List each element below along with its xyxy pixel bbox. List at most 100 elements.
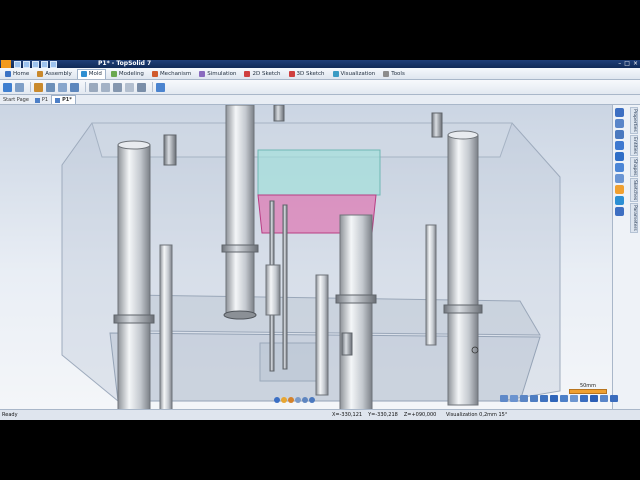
redo-icon[interactable] <box>50 61 57 68</box>
tab-mold[interactable]: Mold <box>76 68 106 79</box>
socket-screw-6 <box>273 105 285 122</box>
side-tab-entities[interactable]: Entities <box>630 134 638 156</box>
tab-label: Modeling <box>118 70 144 77</box>
ejector-pin-2 <box>282 204 288 370</box>
toolbar-separator <box>30 82 31 92</box>
guide-pillar-left <box>117 144 151 409</box>
section-icon[interactable] <box>615 185 624 194</box>
sketch-3d-icon <box>288 70 295 77</box>
side-tab-properties[interactable]: Properties <box>630 107 638 134</box>
globe-icon[interactable] <box>615 196 624 205</box>
viewport-bottom-toolbar <box>274 397 315 403</box>
new-icon[interactable] <box>14 61 21 68</box>
tab-tools[interactable]: Tools <box>380 69 408 78</box>
view-right-icon[interactable] <box>530 395 538 402</box>
zoom-window-icon[interactable] <box>615 163 624 172</box>
guide-icon[interactable] <box>156 82 165 92</box>
zoom-icon[interactable] <box>615 152 624 161</box>
screw-icon[interactable] <box>125 82 134 92</box>
tab-label: Mechanism <box>159 70 192 77</box>
material-icon[interactable] <box>288 397 294 403</box>
visualization-icon <box>332 70 339 77</box>
side-tab-shapes[interactable]: Shapes <box>630 156 638 178</box>
window-title: P1* - TopSolid 7 <box>98 60 152 67</box>
view-fit-icon[interactable] <box>590 395 598 402</box>
tab-label: 3D Sketch <box>296 70 325 77</box>
display-icon[interactable] <box>302 397 308 403</box>
tab-assembly[interactable]: Assembly <box>34 69 75 78</box>
socket-screw-7 <box>341 332 353 356</box>
mold-icon <box>80 71 87 77</box>
view-top-icon[interactable] <box>540 395 548 402</box>
maximize-button[interactable]: □ <box>624 60 630 68</box>
rotate-icon[interactable] <box>615 130 624 139</box>
save-icon[interactable] <box>32 61 39 68</box>
minimize-button[interactable]: – <box>618 60 621 68</box>
doc-tab-start-page[interactable]: Start Page <box>0 96 32 104</box>
color-icon[interactable] <box>281 397 287 403</box>
tab-mechanism[interactable]: Mechanism <box>149 69 194 78</box>
part-icon[interactable] <box>15 82 24 92</box>
pan-icon[interactable] <box>615 141 624 150</box>
tab-simulation[interactable]: Simulation <box>196 69 239 78</box>
tab-2d-sketch[interactable]: 2D Sketch <box>241 69 283 78</box>
doc-tab-p1-modified[interactable]: P1* <box>51 95 76 104</box>
tab-modeling[interactable]: Modeling <box>108 69 147 78</box>
socket-screw-3 <box>425 224 437 346</box>
guide-pillar-center-right-ring <box>335 294 377 304</box>
3d-viewport[interactable] <box>0 105 612 409</box>
close-button[interactable]: × <box>633 60 638 68</box>
open-icon[interactable] <box>23 61 30 68</box>
doc-tab-label: P1 <box>41 97 49 103</box>
scale-indicator: 50mm <box>569 383 607 394</box>
view-bottom-icon[interactable] <box>550 395 558 402</box>
cursor-mode-icon[interactable] <box>615 119 624 128</box>
document-tabs: Start Page P1 P1* <box>0 95 640 105</box>
insert-icon[interactable] <box>70 82 79 92</box>
mold-box-icon[interactable] <box>3 82 12 92</box>
mechanism-icon <box>151 70 158 77</box>
select-icon[interactable] <box>615 108 624 117</box>
app-logo-icon[interactable] <box>1 60 11 68</box>
view-back-icon[interactable] <box>510 395 518 402</box>
doc-tab-p1[interactable]: P1 <box>32 96 51 104</box>
view-cube-icon[interactable] <box>600 395 608 402</box>
filter-icon[interactable] <box>309 397 315 403</box>
zoom-fit-icon[interactable] <box>615 174 624 183</box>
cavity-icon[interactable] <box>34 82 43 92</box>
view-toolbar <box>615 108 624 216</box>
shading-icon[interactable] <box>274 397 280 403</box>
plate-icon[interactable] <box>137 82 146 92</box>
tab-label: Home <box>13 70 30 77</box>
mold-assembly-render[interactable] <box>0 105 612 409</box>
status-bar: Ready X=-330,121 Y=-330,218 Z=+090,000 V… <box>0 409 640 420</box>
guide-pillar-left-ring <box>113 314 155 324</box>
core-icon[interactable] <box>46 82 55 92</box>
side-tab-sketches[interactable]: Sketches <box>630 178 638 203</box>
light-icon[interactable] <box>295 397 301 403</box>
coord-z: Z=+090,000 <box>403 412 437 418</box>
simulation-icon <box>199 70 206 77</box>
tab-visualization[interactable]: Visualization <box>330 69 379 78</box>
side-tab-parameters[interactable]: Parameters <box>630 203 638 234</box>
split-icon[interactable] <box>58 82 67 92</box>
tab-home[interactable]: Home <box>2 69 32 78</box>
modeling-icon <box>110 70 117 77</box>
view-iso-icon[interactable] <box>560 395 568 402</box>
view-normal-icon[interactable] <box>580 395 588 402</box>
cooling-icon[interactable] <box>113 82 122 92</box>
visualization-precision: Visualization 0,2mm 15° <box>446 412 508 418</box>
view-front-icon[interactable] <box>500 395 508 402</box>
view-left-icon[interactable] <box>520 395 528 402</box>
tab-3d-sketch[interactable]: 3D Sketch <box>286 69 328 78</box>
mold-toolbar <box>0 80 640 95</box>
view-iso2-icon[interactable] <box>570 395 578 402</box>
doc-tab-label: P1* <box>62 97 72 103</box>
toolbar-separator <box>152 82 153 92</box>
ejector-icon[interactable] <box>101 82 110 92</box>
layers-icon[interactable] <box>615 207 624 216</box>
undo-icon[interactable] <box>41 61 48 68</box>
view-camera-icon[interactable] <box>610 395 618 402</box>
pin-icon[interactable] <box>89 82 98 92</box>
socket-screw-4 <box>163 134 177 166</box>
